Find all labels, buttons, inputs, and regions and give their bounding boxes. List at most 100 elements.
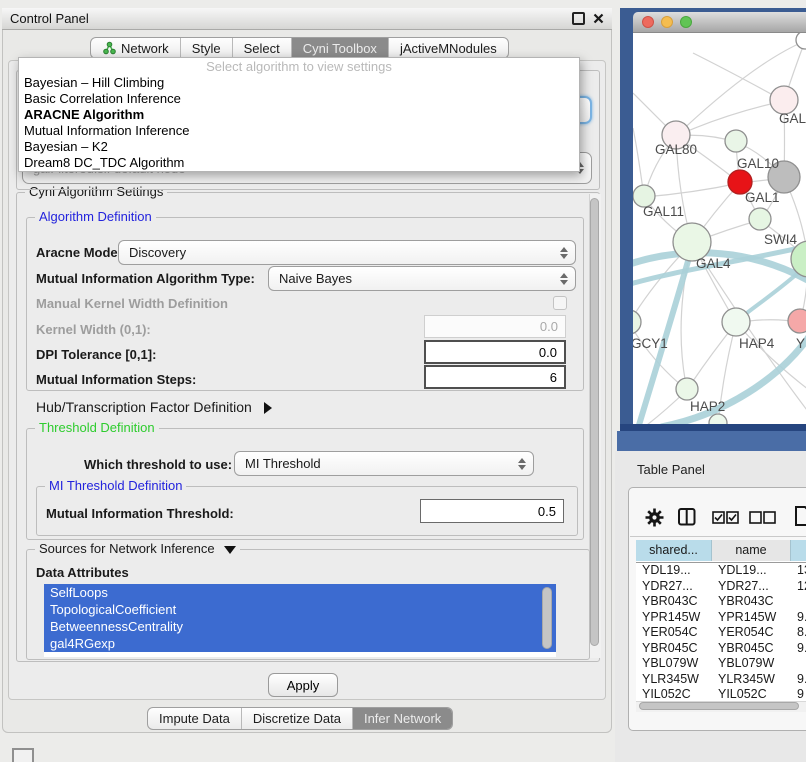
threshold-definition-title: Threshold Definition <box>35 420 159 435</box>
dpi-tolerance-label: DPI Tolerance [0,1]: <box>36 347 156 362</box>
table-row[interactable]: YLR345WYLR345W9. <box>636 672 806 688</box>
hub-expander-label: Hub/Transcription Factor Definition <box>36 399 252 415</box>
network-node[interactable] <box>709 414 727 424</box>
network-node[interactable] <box>788 309 806 333</box>
unchecked-columns-icon[interactable] <box>749 511 777 524</box>
table-cell: YBR045C <box>712 641 791 657</box>
minimized-panel-icon[interactable] <box>12 748 34 762</box>
algorithm-option[interactable]: Basic Correlation Inference <box>19 91 579 107</box>
algorithm-option[interactable]: ARACNE Algorithm <box>19 107 579 123</box>
mi-threshold-group-title: MI Threshold Definition <box>45 478 186 493</box>
table-cell <box>791 656 806 672</box>
minimize-light[interactable] <box>661 16 673 28</box>
table-cell: YDL19... <box>712 563 791 579</box>
gear-icon[interactable] <box>645 508 664 527</box>
combo-arrows-icon <box>518 458 526 470</box>
network-window-titlebar[interactable] <box>633 12 806 33</box>
kernel-width-field[interactable] <box>424 315 566 338</box>
which-threshold-combo[interactable]: MI Threshold <box>234 451 534 476</box>
attribute-item[interactable]: SelfLoops <box>44 584 556 601</box>
tab-label: Cyni Toolbox <box>303 38 377 59</box>
algorithm-option[interactable]: Mutual Information Inference <box>19 123 579 139</box>
attributes-scrollbar-thumb[interactable] <box>542 587 552 649</box>
window-title: Control Panel <box>10 11 89 26</box>
table-row[interactable]: YBR045CYBR045C9. <box>636 641 806 657</box>
close-light[interactable] <box>642 16 654 28</box>
table-cell: 9. <box>791 610 806 626</box>
expander-collapsed-icon[interactable] <box>264 402 272 414</box>
table-cell: YBL079W <box>636 656 712 672</box>
data-attributes-list: SelfLoopsTopologicalCoefficientBetweenne… <box>44 584 556 657</box>
combo-arrows-icon <box>560 247 568 259</box>
dpi-tolerance-field[interactable] <box>424 340 566 364</box>
table-row[interactable]: YBR043CYBR043C <box>636 594 806 610</box>
table-cell: 9. <box>791 672 806 688</box>
algorithm-option[interactable]: Dream8 DC_TDC Algorithm <box>19 155 579 171</box>
page-icon[interactable] <box>795 506 806 526</box>
tab-network[interactable]: Network <box>91 38 180 58</box>
network-icon <box>102 41 117 55</box>
network-node[interactable] <box>676 378 698 400</box>
tab-cyni-toolbox[interactable]: Cyni Toolbox <box>291 38 388 58</box>
which-threshold-label: Which threshold to use: <box>84 457 232 472</box>
network-node[interactable] <box>633 310 641 334</box>
network-node[interactable] <box>725 130 747 152</box>
table-cell: YPR145W <box>712 610 791 626</box>
table-cell: YBR045C <box>636 641 712 657</box>
tab-style[interactable]: Style <box>180 38 232 58</box>
tab-impute-data[interactable]: Impute Data <box>148 708 241 729</box>
manual-kernel-checkbox[interactable] <box>553 296 567 310</box>
table-header-cell[interactable] <box>791 540 806 561</box>
table-hscroll-thumb[interactable] <box>639 702 799 710</box>
table-row[interactable]: YDR27...YDR27...12 <box>636 579 806 595</box>
aracne-mode-combo[interactable]: Discovery <box>118 240 576 265</box>
float-icon[interactable] <box>572 12 585 25</box>
tab-label: Style <box>192 38 221 59</box>
apply-button[interactable]: Apply <box>268 673 338 697</box>
table-header-row: shared...name <box>636 540 806 563</box>
tab-select[interactable]: Select <box>232 38 291 58</box>
screenshot-root: Control Panel Network Style Select Cyni Too… <box>0 0 806 762</box>
table-row[interactable]: YDL19...YDL19...13 <box>636 563 806 579</box>
table-header-cell[interactable]: shared... <box>636 540 712 561</box>
table-cell: 12 <box>791 579 806 595</box>
attribute-item[interactable]: gal4RGexp <box>44 635 556 652</box>
table-cell: 9. <box>791 641 806 657</box>
table-cell: YER054C <box>712 625 791 641</box>
settings-scrollbar-thumb[interactable] <box>590 198 599 646</box>
table-cell: YLR345W <box>712 672 791 688</box>
network-node[interactable] <box>796 33 806 49</box>
mi-threshold-field[interactable] <box>420 499 564 523</box>
mi-type-combo[interactable]: Naive Bayes <box>268 266 576 291</box>
table-panel-title: Table Panel <box>637 462 705 477</box>
close-icon[interactable] <box>593 13 604 24</box>
sources-title-text: Sources for Network Inference <box>39 541 215 556</box>
tab-discretize-data[interactable]: Discretize Data <box>241 708 352 729</box>
table-row[interactable]: YER054CYER054C8. <box>636 625 806 641</box>
hub-expander[interactable]: Hub/Transcription Factor Definition <box>36 399 272 415</box>
mi-type-value: Naive Bayes <box>279 271 352 286</box>
expander-expanded-icon[interactable] <box>224 546 236 554</box>
aracne-mode-value: Discovery <box>129 245 186 260</box>
tab-infer-network[interactable]: Infer Network <box>352 708 452 729</box>
attribute-item[interactable]: TopologicalCoefficient <box>44 601 556 618</box>
table-header-cell[interactable]: name <box>712 540 791 561</box>
network-node[interactable] <box>770 86 798 114</box>
network-node[interactable] <box>722 308 750 336</box>
algorithm-option[interactable]: Bayesian – Hill Climbing <box>19 75 579 91</box>
mi-steps-field[interactable] <box>424 365 566 389</box>
network-canvas[interactable]: GALGAL80GAL10GAL1GAL11SWI4GAL4GCY1HAP4YH… <box>633 33 806 424</box>
table-cell: 13 <box>791 563 806 579</box>
table-cell: YER054C <box>636 625 712 641</box>
table-row[interactable]: YPR145WYPR145W9. <box>636 610 806 626</box>
tab-jactivemnodules[interactable]: jActiveMNodules <box>388 38 508 58</box>
node-label: GAL11 <box>643 204 684 219</box>
checked-columns-icon[interactable] <box>712 511 740 524</box>
network-node[interactable] <box>749 208 771 230</box>
table-row[interactable]: YBL079WYBL079W <box>636 656 806 672</box>
sources-title: Sources for Network Inference <box>35 541 240 556</box>
attribute-item[interactable]: BetweennessCentrality <box>44 618 556 635</box>
zoom-light[interactable] <box>680 16 692 28</box>
algorithm-option[interactable]: Bayesian – K2 <box>19 139 579 155</box>
columns-icon[interactable] <box>678 508 696 526</box>
